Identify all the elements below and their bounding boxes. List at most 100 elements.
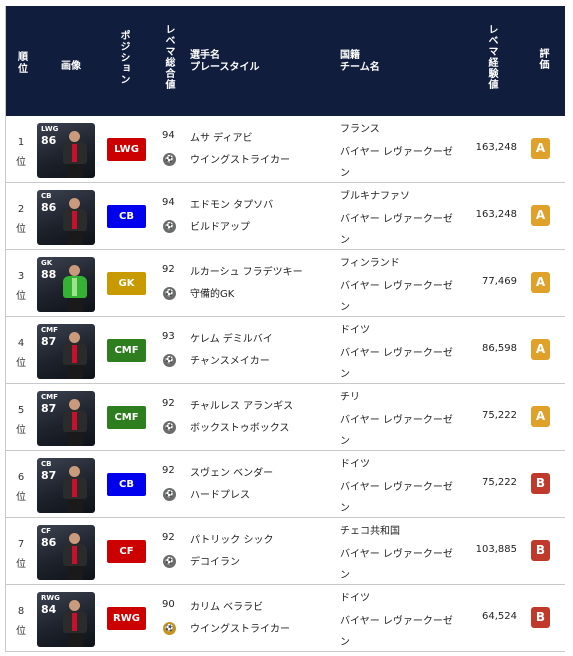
grade-badge: A bbox=[531, 406, 550, 427]
header-nation-team: 国籍 チーム名 bbox=[340, 50, 380, 73]
player-name[interactable]: チャルレス アランギス bbox=[190, 397, 293, 412]
play-style: チャンスメイカー bbox=[190, 356, 270, 367]
grade-badge: A bbox=[531, 138, 550, 159]
position-badge: CB bbox=[107, 205, 146, 228]
header-position: ポジション bbox=[118, 30, 129, 85]
rank-label: 5 位 bbox=[16, 405, 26, 436]
nationality: チリ bbox=[340, 392, 360, 403]
level-exp: 163,248 bbox=[475, 142, 517, 153]
player-name[interactable]: ルカーシュ フラデツキー bbox=[190, 263, 303, 278]
play-style: ウイングストライカー bbox=[190, 155, 290, 166]
player-card-image[interactable]: LWG 86 bbox=[37, 123, 95, 178]
gray-ball-icon: ⚽ bbox=[163, 488, 176, 501]
nationality: フィンランド bbox=[340, 258, 400, 269]
grade-badge: A bbox=[531, 272, 550, 293]
gray-ball-icon: ⚽ bbox=[163, 555, 176, 568]
player-card-image[interactable]: CB 86 bbox=[37, 190, 95, 245]
team-name: バイヤー レヴァークーゼン bbox=[340, 147, 453, 179]
card-position: RWG bbox=[41, 594, 60, 602]
grade-badge: B bbox=[531, 607, 550, 628]
rank-label: 2 位 bbox=[16, 204, 26, 235]
player-figure bbox=[63, 131, 87, 178]
header-level-overall: レベマ総合値 bbox=[163, 24, 174, 90]
nationality: フランス bbox=[340, 124, 380, 135]
table-row[interactable]: 2 位 CB 86 CB 94 ⚽ エドモン タプソバ ビルドアップ ブルキナファソ バイヤー レ… bbox=[6, 183, 565, 250]
play-style: ボックストゥボックス bbox=[190, 423, 290, 434]
header-rank: 順 位 bbox=[18, 52, 28, 75]
player-name[interactable]: ムサ ディアビ bbox=[190, 129, 252, 144]
rank-label: 1 位 bbox=[16, 137, 26, 168]
gray-ball-icon: ⚽ bbox=[163, 153, 176, 166]
level-overall: 94 bbox=[162, 197, 175, 208]
team-name: バイヤー レヴァークーゼン bbox=[340, 482, 453, 514]
level-exp: 86,598 bbox=[482, 343, 517, 354]
card-position: GK bbox=[41, 259, 53, 267]
level-exp: 64,524 bbox=[482, 611, 517, 622]
grade-badge: B bbox=[531, 473, 550, 494]
position-badge: CMF bbox=[107, 339, 146, 362]
player-figure bbox=[63, 198, 87, 245]
player-figure bbox=[63, 466, 87, 513]
table-row[interactable]: 5 位 CMF 87 CMF 92 ⚽ チャルレス アランギス ボックストゥボックス チリ バイヤ… bbox=[6, 384, 565, 451]
level-exp: 77,469 bbox=[482, 276, 517, 287]
rank-label: 3 位 bbox=[16, 271, 26, 302]
team-name: バイヤー レヴァークーゼン bbox=[340, 549, 453, 581]
level-exp: 75,222 bbox=[482, 477, 517, 488]
level-overall: 94 bbox=[162, 130, 175, 141]
team-name: バイヤー レヴァークーゼン bbox=[340, 616, 453, 648]
header-name-style: 選手名 プレースタイル bbox=[190, 50, 260, 73]
player-card-image[interactable]: CMF 87 bbox=[37, 324, 95, 379]
table-body: 1 位 LWG 86 LWG 94 ⚽ ムサ ディアビウイングストライカー フランスバイヤー … bbox=[6, 116, 565, 652]
table-row[interactable]: 1 位 LWG 86 LWG 94 ⚽ ムサ ディアビウイングストライカー フランスバイヤー … bbox=[6, 116, 565, 183]
header-image: 画像 bbox=[61, 61, 81, 72]
card-position: LWG bbox=[41, 125, 59, 133]
level-overall: 92 bbox=[162, 532, 175, 543]
table-row[interactable]: 7 位 CF 86 CF 92 ⚽ パトリック シック デコイラン チェコ共和国 バイヤー レヴァ… bbox=[6, 518, 565, 585]
card-overall: 84 bbox=[41, 603, 57, 616]
team-name: バイヤー レヴァークーゼン bbox=[340, 281, 453, 313]
level-exp: 103,885 bbox=[475, 544, 517, 555]
player-card-image[interactable]: CB 87 bbox=[37, 458, 95, 513]
player-name[interactable]: スヴェン ベンダー bbox=[190, 464, 273, 479]
gray-ball-icon: ⚽ bbox=[163, 287, 176, 300]
table-row[interactable]: 6 位 CB 87 CB 92 ⚽ スヴェン ベンダー ハードプレス ドイツ バイヤー レヴァーク… bbox=[6, 451, 565, 518]
card-position: CMF bbox=[41, 393, 58, 401]
player-card-image[interactable]: CF 86 bbox=[37, 525, 95, 580]
position-badge: CMF bbox=[107, 406, 146, 429]
grade-badge: A bbox=[531, 339, 550, 360]
player-card-image[interactable]: RWG 84 bbox=[37, 592, 95, 647]
card-position: CB bbox=[41, 460, 52, 468]
play-style: 守備的GK bbox=[190, 289, 235, 300]
level-overall: 93 bbox=[162, 331, 175, 342]
level-overall: 92 bbox=[162, 398, 175, 409]
player-figure bbox=[63, 332, 87, 379]
play-style: ビルドアップ bbox=[190, 222, 250, 233]
nationality: チェコ共和国 bbox=[340, 526, 400, 537]
player-name[interactable]: ケレム デミルバイ bbox=[190, 330, 273, 345]
table-row[interactable]: 4 位 CMF 87 CMF 93 ⚽ ケレム デミルバイ チャンスメイカー ドイツ バイヤー レ… bbox=[6, 317, 565, 384]
grade-badge: A bbox=[531, 205, 550, 226]
table-row[interactable]: 8 位 RWG 84 RWG 90 ⚽ カリム ベララビ ウイングストライカー ドイツ バイヤー … bbox=[6, 585, 565, 652]
card-overall: 86 bbox=[41, 134, 57, 147]
team-name: バイヤー レヴァークーゼン bbox=[340, 214, 453, 246]
rank-label: 8 位 bbox=[16, 606, 26, 637]
rank-label: 7 位 bbox=[16, 539, 26, 570]
card-position: CB bbox=[41, 192, 52, 200]
player-card-image[interactable]: GK 88 bbox=[37, 257, 95, 312]
player-figure bbox=[63, 533, 87, 580]
position-badge: CF bbox=[107, 540, 146, 563]
gold-ball-icon: ⚽ bbox=[163, 622, 176, 635]
player-name[interactable]: エドモン タプソバ bbox=[190, 196, 273, 211]
table-row[interactable]: 3 位 GK 88 GK 92 ⚽ ルカーシュ フラデツキー 守備的GK フィンランド バイヤー … bbox=[6, 250, 565, 317]
player-name[interactable]: パトリック シック bbox=[190, 531, 273, 546]
play-style: ウイングストライカー bbox=[190, 624, 290, 635]
card-overall: 87 bbox=[41, 335, 57, 348]
rank-label: 4 位 bbox=[16, 338, 26, 369]
header-grade: 評価 bbox=[537, 48, 548, 70]
level-overall: 92 bbox=[162, 465, 175, 476]
level-exp: 75,222 bbox=[482, 410, 517, 421]
player-name[interactable]: カリム ベララビ bbox=[190, 598, 263, 613]
card-overall: 87 bbox=[41, 402, 57, 415]
player-card-image[interactable]: CMF 87 bbox=[37, 391, 95, 446]
level-overall: 90 bbox=[162, 599, 175, 610]
